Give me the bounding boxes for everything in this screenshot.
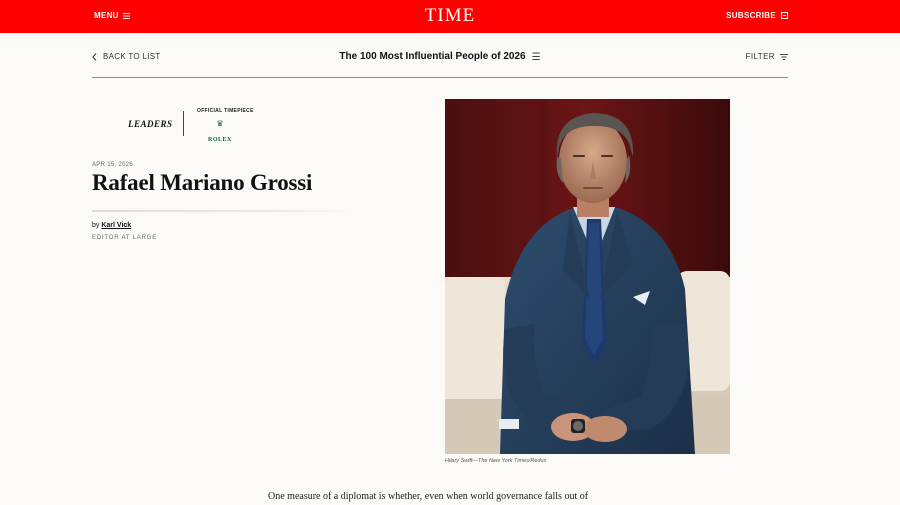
sponsor-name: ROLEX bbox=[208, 137, 232, 143]
list-title: The 100 Most Influential People of 2026 bbox=[339, 51, 526, 62]
portrait-illustration bbox=[445, 99, 730, 454]
list-navigation-bar: BACK TO LIST The 100 Most Influential Pe… bbox=[92, 44, 788, 78]
sponsor-label: OFFICIAL TIMEPIECE bbox=[197, 108, 254, 114]
subscribe-button[interactable]: SUBSCRIBE bbox=[726, 11, 788, 20]
author-role: EDITOR AT LARGE bbox=[92, 235, 158, 241]
subscribe-icon bbox=[781, 12, 788, 19]
photo-credit: Hilary Swift—The New York Times/Redux bbox=[445, 458, 547, 464]
byline-prefix: by bbox=[92, 222, 100, 229]
category-label[interactable]: LEADERS bbox=[128, 119, 173, 129]
list-icon: ☰ bbox=[531, 52, 541, 63]
page-title: Rafael Mariano Grossi bbox=[92, 170, 313, 195]
list-title-button[interactable]: The 100 Most Influential People of 2026 ☰ bbox=[92, 51, 788, 63]
crown-icon: ♛ bbox=[216, 119, 224, 128]
author-link[interactable]: Karl Vick bbox=[101, 222, 131, 229]
filter-icon bbox=[780, 53, 788, 60]
sponsor-logo[interactable]: ♛ ROLEX bbox=[208, 120, 232, 146]
title-divider bbox=[92, 210, 354, 212]
article-paragraph: One measure of a diplomat is whether, ev… bbox=[268, 491, 589, 502]
portrait-photo bbox=[445, 99, 730, 454]
top-navigation-bar: MENU TIME SUBSCRIBE bbox=[0, 0, 900, 33]
filter-button[interactable]: FILTER bbox=[746, 52, 788, 61]
sponsor-divider bbox=[183, 111, 184, 136]
publish-date: APR 15, 2026 bbox=[92, 162, 133, 168]
subscribe-label: SUBSCRIBE bbox=[726, 11, 776, 20]
byline: by Karl Vick bbox=[92, 222, 131, 229]
filter-label: FILTER bbox=[745, 52, 775, 61]
